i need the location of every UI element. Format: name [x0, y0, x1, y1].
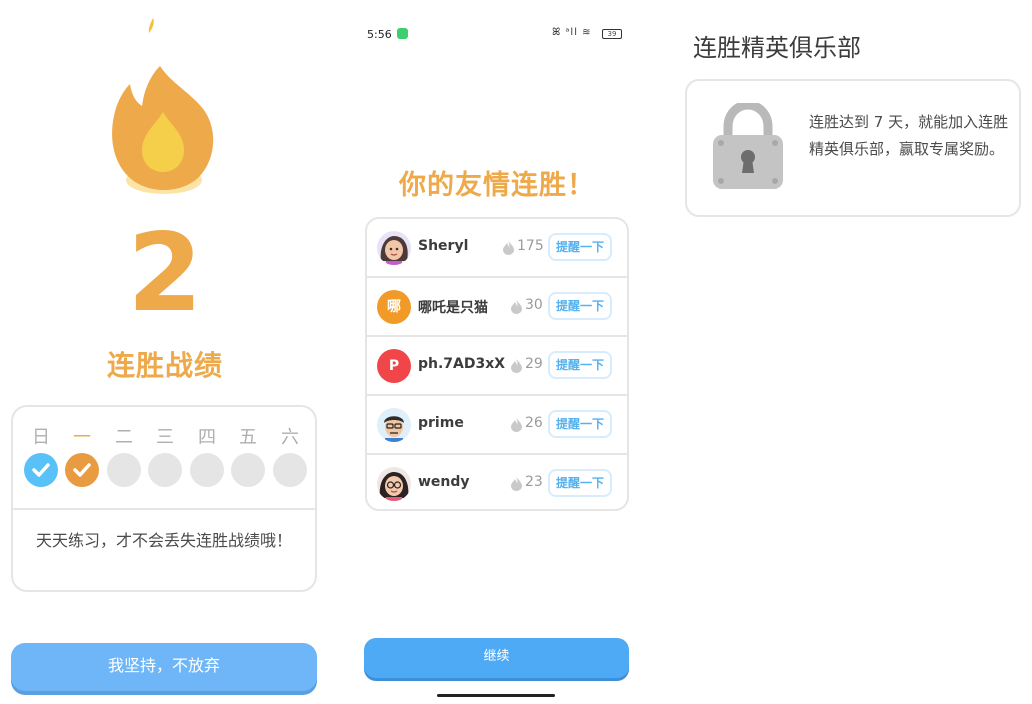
- day-empty-dot: [148, 453, 182, 487]
- streak-club-panel: 连胜精英俱乐部 连胜达到 7 天，就能加入连胜精英俱乐部，赢取专属奖励。: [672, 0, 1032, 704]
- friend-streak-count: 30: [525, 297, 543, 313]
- day-empty-dot: [190, 453, 224, 487]
- commit-button[interactable]: 我坚持，不放弃: [11, 643, 317, 691]
- streak-panel: 2 连胜战绩 日 一 二 三 四 五 六 天天练习，才不会丢失连胜战绩哦！ 我坚…: [0, 0, 330, 704]
- club-title: 连胜精英俱乐部: [693, 34, 861, 62]
- friend-row: P ph.7AD3xX 29 提醒一下: [367, 337, 627, 396]
- friend-name: wendy: [418, 474, 470, 490]
- continue-button[interactable]: 继续: [364, 638, 629, 678]
- friend-name: ph.7AD3xX: [418, 356, 506, 372]
- avatar: [377, 231, 411, 265]
- weekday-labels: 日 一 二 三 四 五 六: [13, 423, 315, 448]
- streak-flame-icon: [112, 66, 214, 194]
- avatar: [377, 408, 411, 442]
- friend-row: Sheryl 175 提醒一下: [367, 219, 627, 278]
- weekday-label: 三: [156, 427, 174, 448]
- streak-title: 连胜战绩: [106, 349, 223, 382]
- streak-message: 天天练习，才不会丢失连胜战绩哦！: [35, 531, 292, 550]
- nudge-button[interactable]: 提醒一下: [548, 233, 612, 261]
- streak-count: 2: [127, 211, 203, 336]
- battery-icon: 39: [602, 29, 622, 39]
- friend-name: 哪吒是只猫: [418, 300, 488, 316]
- friend-row: wendy 23 提醒一下: [367, 455, 627, 509]
- flame-icon: [511, 477, 522, 491]
- flame-icon: [511, 359, 522, 373]
- friend-name: Sheryl: [418, 238, 469, 254]
- weekday-label: 六: [281, 427, 299, 448]
- friend-list-card: Sheryl 175 提醒一下 哪 哪吒是只猫 30 提醒一下 P ph.7AD…: [365, 217, 629, 511]
- flame-icon: [511, 300, 522, 314]
- card-divider: [13, 508, 315, 510]
- weekday-label-today: 一: [73, 427, 91, 448]
- day-freeze-check-icon: [24, 453, 58, 487]
- weekday-label: 日: [32, 427, 50, 448]
- week-calendar-card: 日 一 二 三 四 五 六 天天练习，才不会丢失连胜战绩哦！: [11, 405, 317, 592]
- status-app-icon: [397, 28, 408, 39]
- weekday-label: 四: [198, 427, 216, 448]
- friend-row: prime 26 提醒一下: [367, 396, 627, 455]
- flame-icon: [503, 241, 514, 255]
- nudge-button[interactable]: 提醒一下: [548, 292, 612, 320]
- friend-streak-count: 26: [525, 415, 543, 431]
- home-indicator[interactable]: [437, 694, 555, 697]
- club-info-card: 连胜达到 7 天，就能加入连胜精英俱乐部，赢取专属奖励。: [685, 79, 1021, 217]
- avatar: 哪: [377, 290, 411, 324]
- day-empty-dot: [231, 453, 265, 487]
- lock-icon: [713, 103, 783, 189]
- friend-streak-panel: 5:56 ꕤ ᵃll ≋ 39 你的友情连胜！ Sheryl 175 提醒一下 …: [352, 0, 642, 704]
- nudge-button[interactable]: 提醒一下: [548, 351, 612, 379]
- avatar: P: [377, 349, 411, 383]
- flame-spark-icon: [148, 18, 154, 33]
- weekday-dots: [13, 453, 315, 489]
- day-empty-dot: [273, 453, 307, 487]
- weekday-label: 二: [115, 427, 133, 448]
- status-time: 5:56: [367, 28, 392, 41]
- day-check-icon: [65, 453, 99, 487]
- status-signal-icon: ꕤ ᵃll ≋: [552, 27, 592, 38]
- club-description: 连胜达到 7 天，就能加入连胜精英俱乐部，赢取专属奖励。: [809, 113, 1009, 158]
- nudge-button[interactable]: 提醒一下: [548, 469, 612, 497]
- flame-icon: [511, 418, 522, 432]
- friend-streak-title: 你的友情连胜！: [399, 170, 595, 201]
- friend-row: 哪 哪吒是只猫 30 提醒一下: [367, 278, 627, 337]
- friend-name: prime: [418, 415, 464, 431]
- friend-streak-count: 23: [525, 474, 543, 490]
- weekday-label: 五: [239, 427, 257, 448]
- avatar: [377, 467, 411, 501]
- day-empty-dot: [107, 453, 141, 487]
- nudge-button[interactable]: 提醒一下: [548, 410, 612, 438]
- friend-streak-count: 29: [525, 356, 543, 372]
- friend-streak-count: 175: [517, 238, 544, 254]
